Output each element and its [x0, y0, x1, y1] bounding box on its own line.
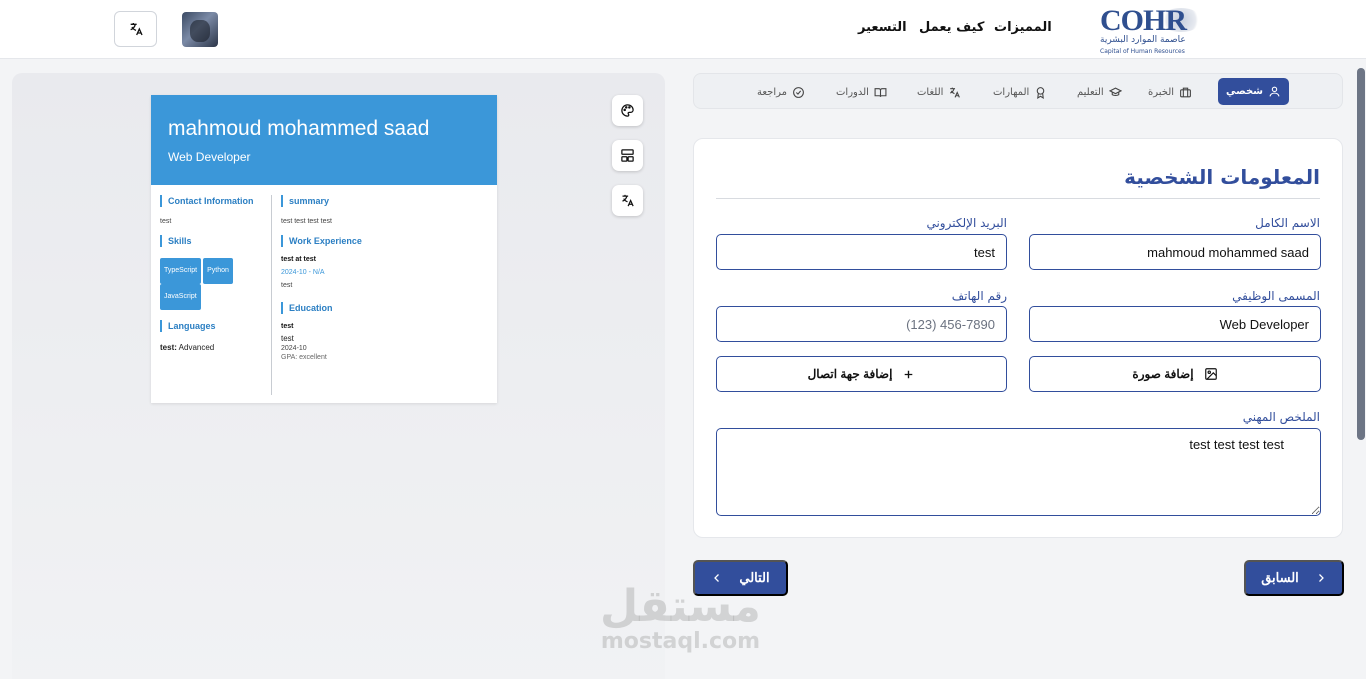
- previous-label: السابق: [1261, 570, 1299, 585]
- cv-education-heading: Education: [281, 302, 486, 314]
- step-courses[interactable]: الدورات: [836, 83, 887, 101]
- cv-document: mahmoud mohammed saad Web Developer Cont…: [151, 95, 497, 403]
- full-name-input[interactable]: [1029, 234, 1321, 270]
- layout-icon: [621, 149, 634, 162]
- image-icon: [1204, 368, 1217, 380]
- palette-icon: [621, 104, 634, 117]
- step-languages[interactable]: اللغات: [917, 83, 961, 101]
- step-experience[interactable]: الخبرة: [1148, 83, 1192, 101]
- translate-icon: [622, 194, 634, 207]
- cv-left-column: Contact Information test Skills TypeScri…: [160, 195, 265, 352]
- full-name-label: الاسم الكامل: [1255, 216, 1320, 230]
- cv-edu-gpa: GPA: excellent: [281, 354, 327, 361]
- nav-pricing[interactable]: التسعير: [858, 20, 907, 35]
- cv-column-divider: [271, 195, 272, 395]
- cv-translate-button[interactable]: [612, 185, 643, 216]
- cv-language-level: Advanced: [178, 343, 215, 352]
- phone-input[interactable]: [716, 306, 1007, 342]
- personal-info-card: المعلومات الشخصية الاسم الكامل البريد ال…: [693, 138, 1343, 538]
- cv-skill-tag: JavaScript: [160, 284, 201, 310]
- cv-exp-role: test at test: [281, 256, 317, 263]
- add-photo-label: إضافة صورة: [1132, 367, 1194, 381]
- cv-languages-heading: Languages: [160, 320, 265, 332]
- language-toggle-button[interactable]: [114, 11, 157, 47]
- cv-summary-text: test test test test: [281, 218, 332, 225]
- step-skills[interactable]: المهارات: [993, 83, 1047, 101]
- add-contact-button[interactable]: إضافة جهة اتصال: [716, 356, 1007, 392]
- nav-how-it-works[interactable]: كيف يعمل: [919, 20, 984, 35]
- email-label: البريد الإلكتروني: [926, 216, 1007, 230]
- step-label: مراجعة: [757, 86, 788, 98]
- wizard-steps-bar: شخصي الخبرة التعليم المهارات اللغات الدو…: [693, 73, 1343, 109]
- job-title-label: المسمى الوظيفي: [1232, 289, 1320, 303]
- cv-skill-tag: TypeScript: [160, 258, 202, 284]
- cv-header: mahmoud mohammed saad Web Developer: [151, 95, 497, 185]
- cv-summary-heading: summary: [281, 195, 486, 207]
- user-avatar[interactable]: [182, 12, 218, 47]
- plus-icon: [905, 370, 913, 378]
- title-divider: [716, 198, 1320, 199]
- award-icon: [1037, 86, 1045, 99]
- cv-edu-school: test: [281, 323, 294, 330]
- nav-features[interactable]: المميزات: [994, 20, 1052, 35]
- cv-edu-date: 2024-10: [281, 345, 307, 352]
- watermark-latin: mostaql.com: [600, 629, 761, 654]
- step-label: المهارات: [993, 86, 1030, 98]
- logo-abbr: COHR: [1100, 4, 1187, 37]
- chevron-right-icon: [1318, 574, 1324, 582]
- page-scrollbar[interactable]: [1357, 68, 1365, 440]
- layout-template-button[interactable]: [612, 140, 643, 171]
- briefcase-icon: [1180, 87, 1191, 97]
- step-personal[interactable]: شخصي: [1218, 78, 1290, 105]
- logo-english: Capital of Human Resources: [1100, 48, 1185, 55]
- logo-arabic: عاصمة الموارد البشرية: [1100, 35, 1186, 45]
- cv-contact-heading: Contact Information: [160, 195, 265, 207]
- step-education[interactable]: التعليم: [1077, 83, 1122, 101]
- translate-icon: [129, 23, 143, 36]
- top-header: التسعير كيف يعمل المميزات COHR عاصمة الم…: [0, 0, 1366, 59]
- phone-label: رقم الهاتف: [951, 289, 1007, 303]
- cv-skills-heading: Skills: [160, 235, 265, 247]
- mostaql-watermark: مستقل mostaql.com: [600, 585, 761, 655]
- step-review[interactable]: مراجعة: [757, 83, 805, 101]
- step-label: شخصي: [1226, 86, 1264, 97]
- cv-skill-tag: Python: [203, 258, 233, 284]
- cv-name: mahmoud mohammed saad: [168, 117, 430, 140]
- cv-language-name: test:: [160, 343, 177, 352]
- user-icon: [1269, 86, 1280, 97]
- check-circle-icon: [793, 86, 804, 98]
- translate-icon: [950, 87, 961, 98]
- email-input[interactable]: [716, 234, 1007, 270]
- add-contact-label: إضافة جهة اتصال: [807, 367, 893, 381]
- cv-language-entry: test: Advanced: [160, 343, 265, 352]
- step-label: اللغات: [917, 86, 944, 98]
- form-title: المعلومات الشخصية: [1124, 165, 1320, 189]
- cv-right-column: summary test test test test Work Experie…: [281, 195, 486, 361]
- job-title-input[interactable]: [1029, 306, 1321, 342]
- cv-exp-dates: 2024-10 - N/A: [281, 269, 325, 276]
- cv-experience-heading: Work Experience: [281, 235, 486, 247]
- step-label: الدورات: [836, 86, 869, 98]
- add-photo-button[interactable]: إضافة صورة: [1029, 356, 1321, 392]
- cv-contact-value: test: [160, 218, 172, 225]
- cv-exp-desc: test: [281, 282, 293, 289]
- step-label: التعليم: [1077, 86, 1104, 98]
- cohr-logo[interactable]: COHR عاصمة الموارد البشرية Capital of Hu…: [1098, 4, 1204, 56]
- step-label: الخبرة: [1148, 86, 1175, 98]
- graduation-cap-icon: [1108, 87, 1122, 96]
- watermark-arabic: مستقل: [600, 581, 761, 632]
- theme-color-button[interactable]: [612, 95, 643, 126]
- summary-textarea[interactable]: test test test test: [716, 428, 1321, 516]
- cv-edu-degree: test: [281, 334, 294, 343]
- cv-job-title: Web Developer: [168, 150, 251, 164]
- summary-label: الملخص المهني: [1242, 410, 1320, 424]
- cv-skills-list: TypeScript PythonJavaScript: [160, 258, 265, 310]
- previous-button[interactable]: السابق: [1244, 560, 1344, 596]
- book-icon: [874, 87, 887, 97]
